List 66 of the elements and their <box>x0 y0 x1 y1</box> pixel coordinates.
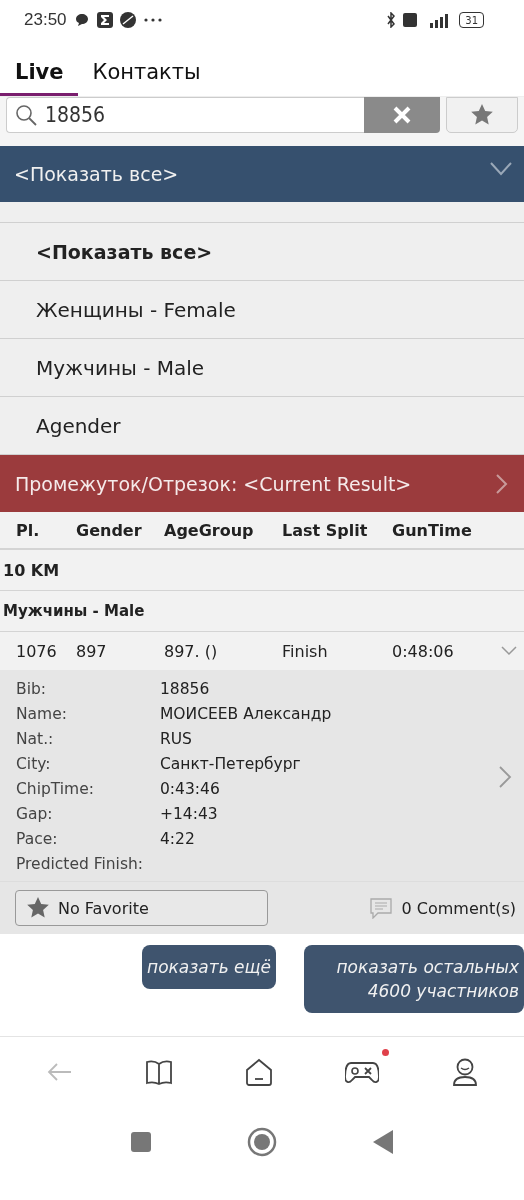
chevron-right-icon <box>496 473 508 494</box>
back-triangle-icon[interactable] <box>372 1129 394 1155</box>
detail-value: МОИСЕЕВ Александр <box>160 705 333 723</box>
detail-value: 18856 <box>160 680 211 698</box>
detail-label: Predicted Finish: <box>16 855 145 873</box>
group-heading: 10 KM <box>3 560 60 580</box>
tab[interactable]: Контакты <box>77 60 215 96</box>
detail-value: 4:22 <box>160 830 196 848</box>
column-header: Gender <box>76 520 143 540</box>
split-selector[interactable]: Промежуток/Отрезок: <Current Result> <box>0 455 524 512</box>
column-header: AgeGroup <box>164 520 255 540</box>
chevron-down-icon <box>490 162 512 176</box>
chevron-right-icon[interactable] <box>498 765 512 788</box>
table-cell-text: Finish <box>282 641 329 661</box>
filter-label: <Показать все> <box>14 163 179 185</box>
clock-time: 23:50 <box>24 10 67 30</box>
comment-icon <box>369 897 392 919</box>
dropdown-option[interactable]: <Показать все> <box>0 223 524 281</box>
column-header: Pl. <box>16 520 41 540</box>
dropdown-option[interactable]: Мужчины - Male <box>0 339 524 397</box>
group-heading: Мужчины - Male <box>3 602 145 620</box>
bluetooth-icon <box>386 12 397 28</box>
column-header: GunTime <box>392 520 473 540</box>
battery-indicator: 31 <box>459 12 484 28</box>
search-field[interactable]: 18856 <box>6 97 364 133</box>
home-circle-icon[interactable] <box>247 1127 277 1157</box>
column-header: Last Split <box>282 520 369 540</box>
favorite-button[interactable] <box>446 97 518 133</box>
detail-value: Санкт-Петербург <box>160 755 302 773</box>
table-cell-text: 897 <box>76 641 108 661</box>
close-icon <box>392 105 412 125</box>
table-cell-text: 1076 <box>16 641 58 661</box>
filter-dropdown[interactable]: <Показать все> <box>0 146 524 202</box>
load-more-button[interactable]: показать ещё <box>142 945 276 989</box>
comments-count[interactable]: 0 Comment(s) <box>401 898 516 918</box>
detail-label: Gap: <box>16 805 54 823</box>
recents-square-icon[interactable] <box>130 1131 152 1153</box>
detail-label: ChipTime: <box>16 780 95 798</box>
home-icon[interactable] <box>244 1058 273 1086</box>
split-label: Промежуток/Отрезок: <Current Result> <box>15 472 412 495</box>
search-input[interactable]: 18856 <box>45 103 245 127</box>
profile-icon[interactable] <box>451 1058 478 1086</box>
detail-label: Pace: <box>16 830 59 848</box>
detail-label: Name: <box>16 705 68 723</box>
clear-button[interactable] <box>364 97 440 133</box>
gamepad-icon[interactable] <box>345 1059 380 1085</box>
search-icon <box>15 104 37 126</box>
detail-label: Bib: <box>16 680 47 698</box>
chevron-down-icon <box>501 646 517 656</box>
more-dots-icon <box>142 17 163 23</box>
result-row[interactable]: 1076 897 897. () Finish 0:48:06 <box>0 632 524 670</box>
dropdown-option[interactable]: Женщины - Female <box>0 281 524 339</box>
favorite-toggle[interactable]: No Favorite <box>15 890 268 926</box>
table-cell-text: 897. () <box>164 641 219 661</box>
chat-bubble-icon <box>73 13 90 27</box>
star-icon <box>26 896 50 920</box>
sigma-app-icon <box>96 12 113 28</box>
detail-value: 0:43:46 <box>160 780 221 798</box>
detail-label: City: <box>16 755 52 773</box>
book-icon[interactable] <box>144 1059 173 1085</box>
table-cell-text: 0:48:06 <box>392 641 455 661</box>
detail-label: Nat.: <box>16 730 55 748</box>
star-icon <box>470 103 494 127</box>
detail-value: RUS <box>160 730 193 748</box>
load-more-button[interactable]: показать остальных 4600 участников <box>304 945 524 1013</box>
detail-value: +14:43 <box>160 805 219 823</box>
